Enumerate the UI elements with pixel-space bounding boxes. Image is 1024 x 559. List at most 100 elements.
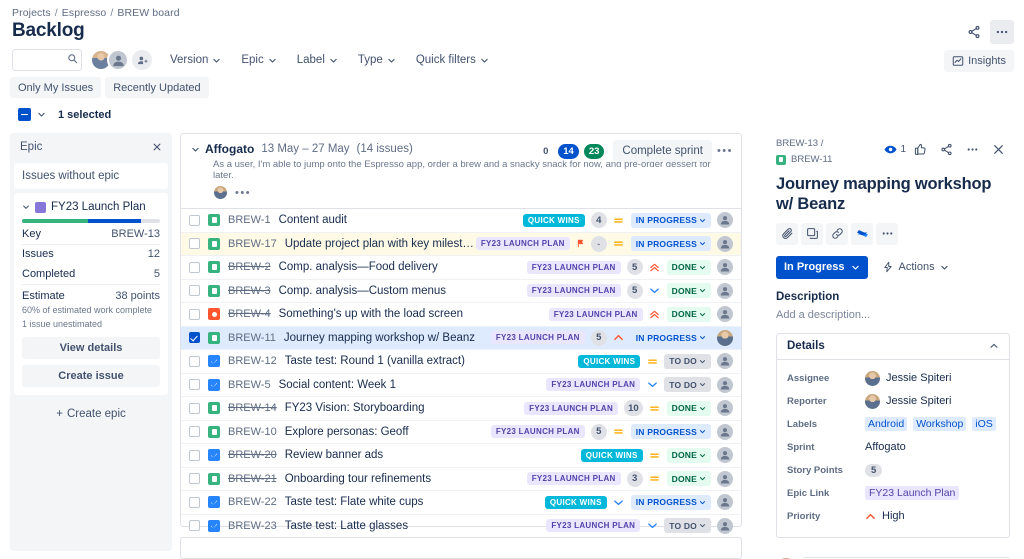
issue-summary[interactable]: Update project plan with key milestones xyxy=(285,238,476,250)
story-points-badge[interactable]: 5 xyxy=(590,423,607,440)
story-points-badge[interactable]: 5 xyxy=(626,259,643,276)
avatar[interactable] xyxy=(717,494,733,511)
epic-tag[interactable]: FY23 LAUNCH PLAN xyxy=(524,401,619,415)
table-row[interactable]: BREW-22 Taste test: Flate white cups QUICK… xyxy=(181,491,741,515)
avatar[interactable] xyxy=(717,282,733,299)
avatar[interactable] xyxy=(717,306,733,323)
create-issue-button[interactable]: Create issue xyxy=(22,365,160,387)
avatar[interactable] xyxy=(717,470,733,487)
table-row[interactable]: BREW-3 Comp. analysis—Custom menus FY23 LA… xyxy=(181,280,741,303)
close-icon[interactable] xyxy=(152,142,162,152)
more-icon[interactable] xyxy=(876,222,898,245)
chevron-down-icon[interactable] xyxy=(191,145,200,154)
issue-key[interactable]: BREW-1 xyxy=(228,214,271,226)
avatar[interactable] xyxy=(717,212,733,229)
avatar[interactable] xyxy=(717,400,733,417)
issue-key[interactable]: BREW-20 xyxy=(228,449,277,461)
table-row[interactable]: BREW-20 Review banner ads QUICK WINS DONE xyxy=(181,444,741,468)
avatar[interactable] xyxy=(213,185,228,200)
create-epic-button[interactable]: + Create epic xyxy=(10,401,172,427)
epic-tag[interactable]: QUICK WINS xyxy=(580,448,643,462)
status-dropdown[interactable]: DONE xyxy=(666,447,711,463)
chevron-down-icon[interactable] xyxy=(22,203,30,211)
share-icon[interactable] xyxy=(962,20,986,44)
filter-label[interactable]: Label xyxy=(295,51,340,69)
breadcrumb-item-espresso[interactable]: Espresso xyxy=(62,7,107,19)
actions-dropdown-button[interactable]: Actions xyxy=(882,261,949,273)
status-dropdown[interactable]: TO DO xyxy=(664,518,711,534)
filter-type[interactable]: Type xyxy=(356,51,398,69)
row-checkbox[interactable] xyxy=(189,402,200,414)
table-row[interactable]: BREW-14 FY23 Vision: Storyboarding FY23 LA… xyxy=(181,397,741,421)
chevron-down-icon[interactable] xyxy=(37,110,46,119)
issue-key[interactable]: BREW-14 xyxy=(228,402,277,414)
avatar[interactable] xyxy=(717,376,733,393)
epic-tag[interactable]: QUICK WINS xyxy=(522,213,585,227)
label-tag[interactable]: Android xyxy=(865,417,908,432)
issue-key[interactable]: BREW-11 xyxy=(228,332,276,344)
field-value-story-points[interactable]: 5 xyxy=(865,463,883,477)
avatar[interactable] xyxy=(717,423,733,440)
issue-key[interactable]: BREW-22 xyxy=(228,496,277,508)
issue-summary[interactable]: Journey mapping workshop w/ Beanz xyxy=(284,332,475,344)
issue-summary[interactable]: Comp. analysis—Food delivery xyxy=(279,261,438,273)
avatar[interactable] xyxy=(717,329,733,346)
share-icon[interactable] xyxy=(934,137,958,161)
epic-item-issues-without-epic[interactable]: Issues without epic xyxy=(14,163,168,189)
label-tag[interactable]: Workshop xyxy=(913,417,967,432)
issue-key[interactable]: BREW-4 xyxy=(228,308,271,320)
epic-tag[interactable]: FY23 LAUNCH PLAN xyxy=(546,519,641,533)
field-value-sprint[interactable]: Affogato xyxy=(865,441,906,453)
story-points-badge[interactable]: 10 xyxy=(624,400,643,417)
table-row[interactable]: BREW-1 Content audit QUICK WINS 4 IN PROGRES… xyxy=(181,209,741,233)
child-issue-icon[interactable] xyxy=(801,222,823,245)
epic-tag[interactable]: FY23 LAUNCH PLAN xyxy=(526,284,621,298)
table-row[interactable]: BREW-21 Onboarding tour refinements FY23 L… xyxy=(181,468,741,491)
status-dropdown[interactable]: DONE xyxy=(666,259,711,275)
issue-key[interactable]: BREW-2 xyxy=(228,261,271,273)
table-row[interactable]: BREW-11 Journey mapping workshop w/ Beanz… xyxy=(181,326,741,350)
avatar[interactable] xyxy=(717,259,733,276)
avatar[interactable] xyxy=(107,49,129,71)
status-dropdown[interactable]: IN PROGRESS xyxy=(630,494,711,510)
more-icon[interactable]: ••• xyxy=(717,145,733,157)
issue-summary[interactable]: Comp. analysis—Custom menus xyxy=(279,285,446,297)
epic-item-fy23-launch-plan[interactable]: FY23 Launch Plan Key BREW-13 Issues 12 C… xyxy=(14,193,168,395)
table-row[interactable]: BREW-10 Explore personas: Geoff FY23 LAUNC… xyxy=(181,421,741,444)
description-placeholder[interactable]: Add a description... xyxy=(776,309,1010,321)
status-dropdown[interactable]: DONE xyxy=(666,306,711,322)
attach-icon[interactable] xyxy=(776,222,798,245)
chevron-up-icon[interactable] xyxy=(989,341,999,351)
confluence-icon[interactable] xyxy=(851,222,873,245)
row-checkbox[interactable] xyxy=(189,379,200,391)
row-checkbox[interactable] xyxy=(189,214,200,226)
detail-issue-key[interactable]: BREW-11 xyxy=(791,152,832,167)
field-value-reporter[interactable]: Jessie Spiteri xyxy=(865,393,951,409)
filter-version[interactable]: Version xyxy=(168,51,223,69)
issue-summary[interactable]: Explore personas: Geoff xyxy=(285,426,409,438)
status-dropdown[interactable]: DONE xyxy=(666,283,711,299)
add-person-icon[interactable] xyxy=(132,50,152,70)
thumbs-up-icon[interactable] xyxy=(908,137,932,161)
close-icon[interactable] xyxy=(986,137,1010,161)
epic-tag[interactable]: FY23 LAUNCH PLAN xyxy=(546,378,641,392)
avatar[interactable] xyxy=(717,517,733,534)
issue-summary[interactable]: Onboarding tour refinements xyxy=(285,473,431,485)
issue-key[interactable]: BREW-17 xyxy=(228,238,277,250)
detail-parent-key[interactable]: BREW-13 xyxy=(776,138,818,149)
status-dropdown[interactable]: IN PROGRESS xyxy=(630,424,711,440)
breadcrumb-item-brew-board[interactable]: BREW board xyxy=(117,7,179,19)
status-dropdown[interactable]: IN PROGRESS xyxy=(630,236,711,252)
story-points-badge[interactable]: 5 xyxy=(590,329,607,346)
story-points-badge[interactable]: 4 xyxy=(590,212,607,229)
avatar[interactable] xyxy=(717,447,733,464)
issue-summary[interactable]: Review banner ads xyxy=(285,449,383,461)
issue-summary[interactable]: Taste test: Flate white cups xyxy=(285,496,424,508)
epic-tag[interactable]: FY23 LAUNCH PLAN xyxy=(490,331,585,345)
story-points-badge[interactable]: - xyxy=(590,235,607,252)
epic-tag[interactable]: FY23 LAUNCH PLAN xyxy=(490,425,585,439)
status-dropdown[interactable]: TO DO xyxy=(664,377,711,393)
row-checkbox[interactable] xyxy=(189,426,200,438)
status-dropdown[interactable]: DONE xyxy=(666,471,711,487)
row-checkbox[interactable] xyxy=(189,520,200,532)
